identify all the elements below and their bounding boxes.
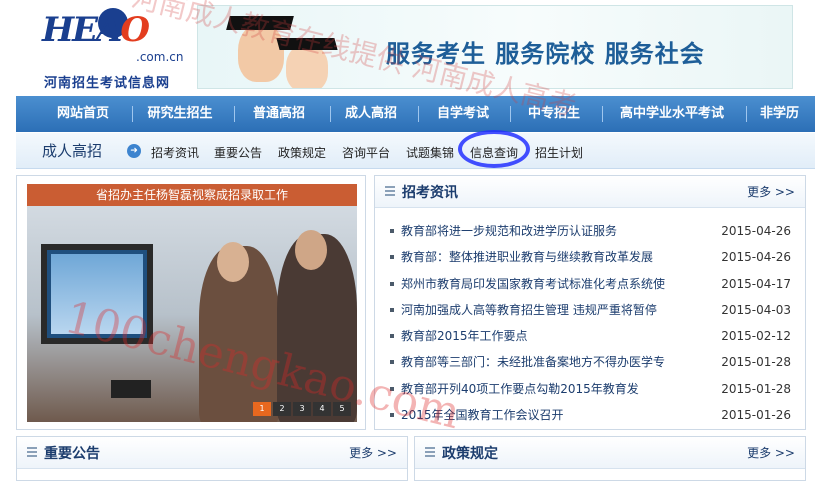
news-item-title[interactable]: 河南加强成人高等教育招生管理 违规严重将暂停 (401, 303, 657, 317)
nav-separator (746, 106, 747, 122)
nav-item-high-school-test[interactable]: 高中学业水平考试 (612, 96, 732, 132)
subnav-link-news[interactable]: 招考资讯 (151, 144, 199, 161)
student-girl-small (286, 44, 328, 88)
notices-more-link[interactable]: 更多 >> (349, 444, 397, 461)
slideshow-pager: 1 2 3 4 5 (253, 402, 351, 416)
policy-more-link[interactable]: 更多 >> (747, 444, 795, 461)
notices-panel: 重要公告 更多 >> (16, 436, 408, 481)
nav-item-non-degree[interactable]: 非学历 (760, 96, 815, 132)
highlight-annotation-circle (458, 130, 530, 168)
graduation-cap-icon (276, 38, 338, 50)
sub-nav: 成人高招 ➜ 招考资讯 重要公告 政策规定 咨询平台 试题集锦 信息查询 招生计… (16, 133, 815, 169)
photo-caption[interactable]: 省招办主任杨智磊视察成招录取工作 (27, 184, 357, 206)
main-nav: 网站首页 研究生招生 普通高招 成人高招 自学考试 中专招生 高中学业水平考试 … (16, 96, 815, 132)
subnav-link-consult[interactable]: 咨询平台 (342, 144, 390, 161)
news-more-link[interactable]: 更多 >> (747, 183, 795, 200)
bullet-icon (390, 229, 394, 233)
news-panel-header: 招考资讯 更多 >> (375, 176, 805, 208)
nav-item-self-study-exam[interactable]: 自学考试 (426, 96, 500, 132)
logo-mark: HEAO (42, 10, 150, 50)
keyboard-image (111, 380, 151, 398)
pager-dot-4[interactable]: 4 (313, 402, 331, 416)
news-item-title[interactable]: 2015年全国教育工作会议召开 (401, 408, 564, 422)
news-item[interactable]: 教育部将进一步规范和改进学历认证服务 2015-04-26 (387, 218, 791, 244)
nav-separator (234, 106, 235, 122)
news-item-date: 2015-04-17 (721, 276, 791, 291)
arrow-right-icon: ➜ (127, 144, 141, 158)
news-item-title[interactable]: 教育部将进一步规范和改进学历认证服务 (401, 224, 617, 238)
news-item-title[interactable]: 教育部等三部门：未经批准备案地方不得办医学专 (401, 355, 665, 369)
policy-panel: 政策规定 更多 >> (414, 436, 806, 481)
notices-panel-header: 重要公告 更多 >> (17, 437, 407, 469)
bullet-icon (390, 281, 394, 286)
news-item[interactable]: 教育部2015年工作要点 2015-02-12 (387, 323, 791, 349)
list-grip-icon (27, 447, 37, 459)
student-girl (238, 24, 284, 82)
list-grip-icon (425, 447, 435, 459)
nav-item-graduate[interactable]: 研究生招生 (140, 96, 220, 132)
nav-item-vocational[interactable]: 中专招生 (518, 96, 590, 132)
policy-panel-title: 政策规定 (442, 446, 498, 462)
sub-nav-title: 成人高招 (42, 142, 103, 160)
person-head (295, 230, 327, 270)
subnav-link-policy[interactable]: 政策规定 (278, 144, 326, 161)
news-item-date: 2015-04-26 (721, 250, 791, 265)
nav-separator (510, 106, 511, 122)
news-item-date: 2015-01-28 (721, 381, 791, 396)
news-panel-title: 招考资讯 (402, 185, 458, 201)
site-header: HEAO .com.cn 河南招生考试信息网 服务考生 服务院校 服务社会 (0, 0, 815, 95)
news-item-title[interactable]: 教育部：整体推进职业教育与继续教育改革发展 (401, 250, 653, 264)
news-item[interactable]: 河南加强成人高等教育招生管理 违规严重将暂停 2015-04-03 (387, 297, 791, 323)
header-banner: 服务考生 服务院校 服务社会 (197, 5, 793, 89)
bullet-icon (390, 334, 394, 339)
news-item-date: 2015-04-03 (721, 302, 791, 317)
bullet-icon (390, 360, 394, 365)
news-item-date: 2015-02-12 (721, 329, 791, 344)
bullet-icon (390, 413, 394, 418)
news-item-title[interactable]: 郑州市教育局印发国家教育考试标准化考点系统使 (401, 277, 665, 291)
banner-slogan: 服务考生 服务院校 服务社会 (386, 40, 705, 68)
subnav-link-enroll-plan[interactable]: 招生计划 (535, 144, 583, 161)
pager-dot-2[interactable]: 2 (273, 402, 291, 416)
monitor-image (41, 244, 153, 344)
pager-dot-3[interactable]: 3 (293, 402, 311, 416)
bullet-icon (390, 255, 394, 260)
site-logo[interactable]: HEAO .com.cn 河南招生考试信息网 (40, 8, 190, 91)
photo-slideshow: 省招办主任杨智磊视察成招录取工作 1 2 3 4 5 (16, 175, 366, 430)
subnav-link-exam-papers[interactable]: 试题集锦 (406, 144, 454, 161)
news-item[interactable]: 教育部开列40项工作要点勾勒2015年教育发 2015-01-28 (387, 376, 791, 402)
nav-item-general-admission[interactable]: 普通高招 (242, 96, 316, 132)
bullet-icon (390, 307, 394, 312)
news-photo[interactable]: 省招办主任杨智磊视察成招录取工作 1 2 3 4 5 (27, 184, 357, 422)
bullet-icon (390, 386, 394, 391)
subnav-link-notices[interactable]: 重要公告 (214, 144, 262, 161)
policy-panel-header: 政策规定 更多 >> (415, 437, 805, 469)
news-item-date: 2015-01-28 (721, 355, 791, 370)
nav-item-home[interactable]: 网站首页 (44, 96, 122, 132)
notices-panel-title: 重要公告 (44, 446, 100, 462)
person-head (217, 242, 249, 282)
nav-separator (132, 106, 133, 122)
nav-separator (602, 106, 603, 122)
news-panel: 招考资讯 更多 >> 教育部将进一步规范和改进学历认证服务 2015-04-26 … (374, 175, 806, 430)
students-graduation-image (218, 10, 358, 88)
news-list: 教育部将进一步规范和改进学历认证服务 2015-04-26 教育部：整体推进职业教… (387, 218, 791, 428)
news-item-title[interactable]: 教育部开列40项工作要点勾勒2015年教育发 (401, 382, 639, 396)
news-item[interactable]: 教育部：整体推进职业教育与继续教育改革发展 2015-04-26 (387, 244, 791, 270)
graduation-cap-icon (226, 16, 294, 30)
news-item[interactable]: 教育部等三部门：未经批准备案地方不得办医学专 2015-01-28 (387, 349, 791, 375)
news-item-title[interactable]: 教育部2015年工作要点 (401, 329, 528, 343)
news-item-date: 2015-04-26 (721, 224, 791, 238)
news-item[interactable]: 2015年全国教育工作会议召开 2015-01-26 (387, 402, 791, 428)
list-grip-icon (385, 186, 395, 198)
logo-text: 河南招生考试信息网 (44, 76, 171, 91)
news-item[interactable]: 郑州市教育局印发国家教育考试标准化考点系统使 2015-04-17 (387, 271, 791, 297)
nav-separator (330, 106, 331, 122)
nav-item-adult-admission[interactable]: 成人高招 (338, 96, 404, 132)
pager-dot-1[interactable]: 1 (253, 402, 271, 416)
pager-dot-5[interactable]: 5 (333, 402, 351, 416)
nav-separator (418, 106, 419, 122)
logo-domain: .com.cn (136, 50, 184, 64)
news-item-date: 2015-01-26 (721, 408, 791, 423)
